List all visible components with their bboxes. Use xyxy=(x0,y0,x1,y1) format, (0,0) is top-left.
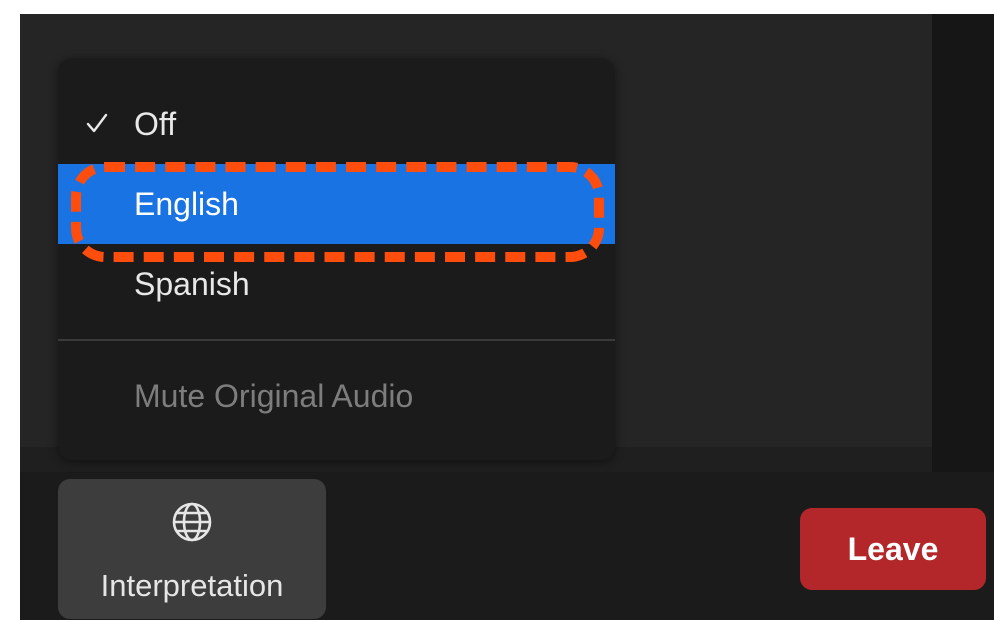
meeting-window: Off English Spanish Mute Original Audio … xyxy=(20,14,994,620)
checkmark-icon xyxy=(86,113,108,133)
menu-item-spanish[interactable]: Spanish xyxy=(58,244,615,324)
interpretation-language-menu: Off English Spanish Mute Original Audio xyxy=(58,58,615,460)
menu-item-label: Off xyxy=(134,106,177,142)
menu-item-label: English xyxy=(134,186,239,222)
menu-item-mute-original-audio: Mute Original Audio xyxy=(58,356,615,436)
side-panel-edge xyxy=(932,14,994,472)
interpretation-label: Interpretation xyxy=(100,568,284,603)
menu-item-off[interactable]: Off xyxy=(58,84,615,164)
menu-item-label: Mute Original Audio xyxy=(134,378,414,414)
menu-item-label: Spanish xyxy=(134,266,250,302)
interpretation-button[interactable]: Interpretation xyxy=(58,479,326,619)
leave-button[interactable]: Leave xyxy=(800,508,986,590)
globe-icon xyxy=(172,502,212,542)
menu-divider xyxy=(58,339,615,341)
menu-item-english[interactable]: English xyxy=(58,164,615,244)
